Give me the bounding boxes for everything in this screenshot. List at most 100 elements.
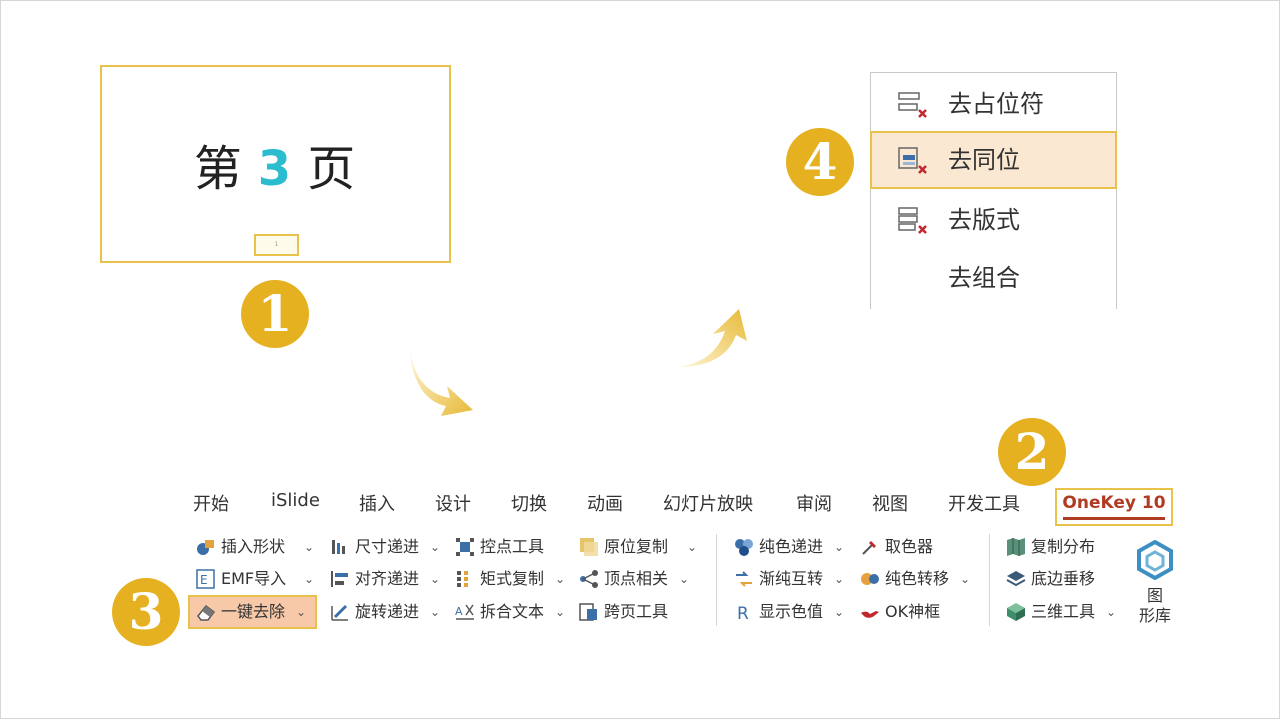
slide-title: 第3页 — [102, 129, 449, 199]
bottom-perpendicular-button[interactable]: 底边垂移 — [1006, 566, 1116, 592]
show-color-label: 显示色值 — [759, 602, 824, 621]
ribbon-separator — [716, 534, 717, 626]
shape-library-label-2: 形库 — [1138, 606, 1171, 625]
menu-item-remove-layout[interactable]: 去版式 — [871, 191, 1116, 249]
cross-page-icon — [579, 603, 597, 621]
step-badge-2: 2 — [998, 418, 1066, 486]
tab-slideshow[interactable]: 幻灯片放映 — [663, 490, 753, 516]
menu-item-label: 去版式 — [948, 206, 1020, 234]
emf-import-button[interactable]: E EMF导入 ⌄ — [196, 566, 318, 592]
split-merge-text-button[interactable]: A 拆合文本 ⌄ — [455, 599, 567, 625]
shape-library-label-1: 图 — [1146, 586, 1163, 605]
insert-shape-icon — [197, 540, 214, 555]
tab-animations[interactable]: 动画 — [587, 490, 623, 516]
step-badge-3: 3 — [112, 578, 180, 646]
in-place-copy-label: 原位复制 — [604, 537, 669, 556]
svg-text:E: E — [200, 573, 208, 587]
align-step-label: 对齐递进 — [355, 569, 420, 588]
slide-number-placeholder[interactable]: 1 — [254, 234, 299, 256]
remove-layout-icon — [898, 207, 927, 234]
eyedropper-button[interactable]: 取色器 — [860, 534, 960, 560]
chevron-down-icon: ⌄ — [834, 605, 845, 619]
magic-lamp-icon — [861, 611, 879, 618]
in-place-copy-button[interactable]: 原位复制 ⌄ — [579, 534, 701, 560]
one-click-remove-button[interactable]: 一键去除 ⌄ — [196, 599, 314, 625]
copy-distribute-label: 复制分布 — [1031, 537, 1096, 556]
in-place-copy-icon — [580, 538, 598, 556]
tab-review[interactable]: 审阅 — [796, 490, 832, 516]
chevron-down-icon: ⌄ — [960, 572, 971, 586]
tab-onekey[interactable]: OneKey 10 — [1055, 488, 1173, 526]
chevron-down-icon: ⌄ — [834, 540, 845, 554]
tab-insert[interactable]: 插入 — [359, 490, 395, 516]
chevron-down-icon: ⌄ — [555, 572, 566, 586]
tab-home[interactable]: 开始 — [193, 490, 229, 516]
curved-arrow-up-icon — [676, 309, 747, 367]
menu-item-remove-placeholder[interactable]: 去占位符 — [871, 75, 1116, 133]
solid-step-button[interactable]: 纯色递进 ⌄ — [734, 534, 846, 560]
chevron-down-icon: ⌄ — [834, 572, 845, 586]
ok-frame-button[interactable]: OK神框 — [860, 599, 960, 625]
tab-view[interactable]: 视图 — [872, 490, 908, 516]
eraser-icon — [197, 604, 216, 621]
rotate-step-button[interactable]: 旋转递进 ⌄ — [330, 599, 442, 625]
slide-thumbnail[interactable]: 第3页 1 — [100, 65, 451, 263]
chevron-down-icon: ⌄ — [430, 605, 441, 619]
solid-transfer-button[interactable]: 纯色转移 ⌄ — [860, 566, 972, 592]
svg-text:A: A — [455, 605, 463, 618]
vertex-related-icon — [580, 570, 598, 588]
eyedropper-label: 取色器 — [885, 537, 934, 556]
gradient-convert-button[interactable]: 渐纯互转 ⌄ — [734, 566, 846, 592]
hexagon-icon — [1137, 540, 1173, 580]
bottom-perpendicular-label: 底边垂移 — [1031, 569, 1096, 588]
chevron-down-icon: ⌄ — [1106, 605, 1117, 619]
cross-page-button[interactable]: 跨页工具 — [579, 599, 679, 625]
menu-item-remove-same-position[interactable]: 去同位 — [870, 131, 1117, 189]
shape-library-button[interactable]: 图 形库 — [1133, 538, 1177, 630]
tab-design[interactable]: 设计 — [435, 490, 471, 516]
control-point-icon — [456, 538, 474, 556]
show-color-button[interactable]: R 显示色值 ⌄ — [734, 599, 846, 625]
cross-page-label: 跨页工具 — [604, 602, 669, 621]
ribbon-separator — [989, 534, 990, 626]
chevron-down-icon: ⌄ — [304, 540, 315, 554]
chevron-down-icon: ⌄ — [555, 605, 566, 619]
eyedropper-icon — [862, 541, 876, 555]
solid-step-icon — [735, 539, 753, 556]
ok-frame-label: OK神框 — [885, 602, 941, 621]
solid-transfer-icon — [861, 573, 879, 585]
gradient-convert-label: 渐纯互转 — [759, 569, 824, 588]
tab-islide[interactable]: iSlide — [271, 490, 320, 511]
size-step-icon — [332, 540, 345, 554]
size-step-button[interactable]: 尺寸递进 ⌄ — [330, 534, 442, 560]
chevron-down-icon: ⌄ — [430, 572, 441, 586]
emf-import-icon: E — [196, 569, 215, 589]
chevron-down-icon: ⌄ — [679, 572, 690, 586]
matrix-copy-button[interactable]: 矩式复制 ⌄ — [455, 566, 567, 592]
menu-item-ungroup[interactable]: 去组合 — [871, 249, 1116, 307]
menu-item-label: 去同位 — [948, 146, 1020, 174]
insert-shape-button[interactable]: 插入形状 ⌄ — [196, 534, 318, 560]
solid-step-label: 纯色递进 — [759, 537, 824, 556]
vertex-related-button[interactable]: 顶点相关 ⌄ — [579, 566, 691, 592]
step-badge-1: 1 — [241, 280, 309, 348]
tab-transitions[interactable]: 切换 — [511, 490, 547, 516]
one-click-remove-label: 一键去除 — [221, 602, 286, 621]
align-step-button[interactable]: 对齐递进 ⌄ — [330, 566, 442, 592]
rotate-step-label: 旋转递进 — [355, 602, 420, 621]
control-point-button[interactable]: 控点工具 — [455, 534, 555, 560]
active-tab-underline — [1063, 517, 1165, 520]
chevron-down-icon: ⌄ — [296, 605, 307, 619]
cube-icon — [1007, 603, 1025, 621]
split-merge-text-label: 拆合文本 — [480, 602, 545, 621]
chevron-down-icon: ⌄ — [304, 572, 315, 586]
slide-title-number: 3 — [257, 141, 294, 197]
tab-developer[interactable]: 开发工具 — [948, 490, 1020, 516]
3d-tools-button[interactable]: 三维工具 ⌄ — [1006, 599, 1118, 625]
copy-distribute-icon — [1007, 538, 1025, 556]
split-merge-text-icon: A — [455, 604, 474, 620]
slide-title-prefix: 第 — [193, 141, 244, 197]
copy-distribute-button[interactable]: 复制分布 — [1006, 534, 1116, 560]
layers-icon — [1006, 571, 1026, 587]
remove-same-position-icon — [898, 147, 927, 174]
